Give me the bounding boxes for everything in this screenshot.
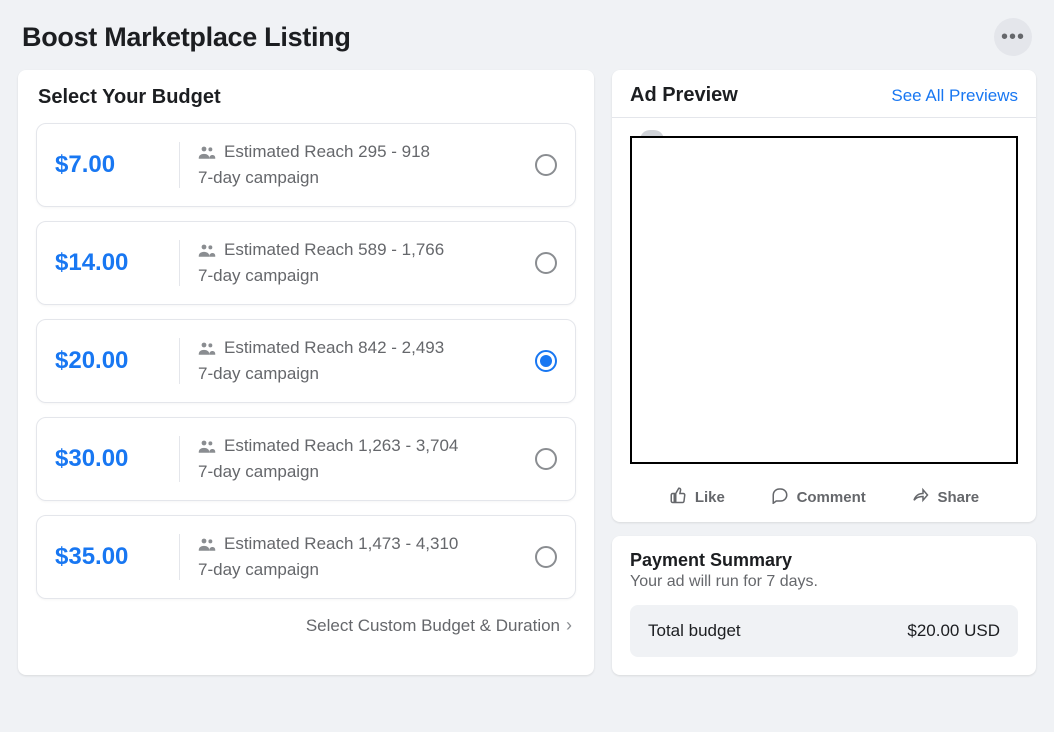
campaign-label: 7-day campaign [198,462,535,482]
budget-price: $14.00 [55,249,179,277]
like-label: Like [695,489,725,506]
custom-budget-label: Select Custom Budget & Duration [306,616,560,636]
divider [179,240,180,286]
ad-preview-title: Ad Preview [630,84,738,107]
reach-label: Estimated Reach 1,473 - 4,310 [224,534,458,554]
budget-card: Select Your Budget $7.00 Estimated Reach… [18,70,594,675]
radio-button[interactable] [535,350,557,372]
radio-button[interactable] [535,448,557,470]
radio-button[interactable] [535,252,557,274]
reach-label: Estimated Reach 1,263 - 3,704 [224,436,458,456]
total-budget-value: $20.00 USD [907,621,1000,641]
divider [179,534,180,580]
budget-list: $7.00 Estimated Reach 295 - 918 7-day ca… [36,123,576,599]
campaign-label: 7-day campaign [198,364,535,384]
budget-option-4[interactable]: $35.00 Estimated Reach 1,473 - 4,310 7-d… [36,515,576,599]
share-label: Share [937,489,979,506]
thumbs-up-icon [669,486,687,508]
like-button[interactable]: Like [669,486,725,508]
see-all-previews-link[interactable]: See All Previews [891,86,1018,106]
reach-label: Estimated Reach 295 - 918 [224,142,430,162]
budget-price: $30.00 [55,445,179,473]
budget-section-title: Select Your Budget [36,86,576,109]
budget-option-1[interactable]: $14.00 Estimated Reach 589 - 1,766 7-day… [36,221,576,305]
budget-price: $20.00 [55,347,179,375]
ellipsis-icon: ••• [1001,27,1025,47]
total-budget-row: Total budget $20.00 USD [630,605,1018,657]
radio-button[interactable] [535,546,557,568]
comment-button[interactable]: Comment [771,486,866,508]
budget-option-3[interactable]: $30.00 Estimated Reach 1,263 - 3,704 7-d… [36,417,576,501]
people-icon [198,145,216,159]
campaign-label: 7-day campaign [198,168,535,188]
budget-price: $35.00 [55,543,179,571]
comment-icon [771,486,789,508]
divider [179,436,180,482]
chevron-right-icon: › [566,615,572,636]
ad-preview-card: Ad Preview See All Previews Like [612,70,1036,522]
payment-summary-subtitle: Your ad will run for 7 days. [630,573,1018,591]
reach-label: Estimated Reach 589 - 1,766 [224,240,444,260]
ad-preview-frame [630,136,1018,464]
budget-price: $7.00 [55,151,179,179]
share-button[interactable]: Share [911,486,979,508]
people-icon [198,243,216,257]
budget-option-2[interactable]: $20.00 Estimated Reach 842 - 2,493 7-day… [36,319,576,403]
people-icon [198,341,216,355]
share-icon [911,486,929,508]
radio-button[interactable] [535,154,557,176]
campaign-label: 7-day campaign [198,560,535,580]
reach-label: Estimated Reach 842 - 2,493 [224,338,444,358]
total-budget-label: Total budget [648,621,741,641]
page-title: Boost Marketplace Listing [22,22,351,53]
budget-option-0[interactable]: $7.00 Estimated Reach 295 - 918 7-day ca… [36,123,576,207]
custom-budget-link[interactable]: Select Custom Budget & Duration › [36,615,576,636]
divider [179,338,180,384]
campaign-label: 7-day campaign [198,266,535,286]
people-icon [198,439,216,453]
comment-label: Comment [797,489,866,506]
more-options-button[interactable]: ••• [994,18,1032,56]
payment-summary-title: Payment Summary [630,550,1018,571]
people-icon [198,537,216,551]
payment-summary-card: Payment Summary Your ad will run for 7 d… [612,536,1036,675]
divider [179,142,180,188]
